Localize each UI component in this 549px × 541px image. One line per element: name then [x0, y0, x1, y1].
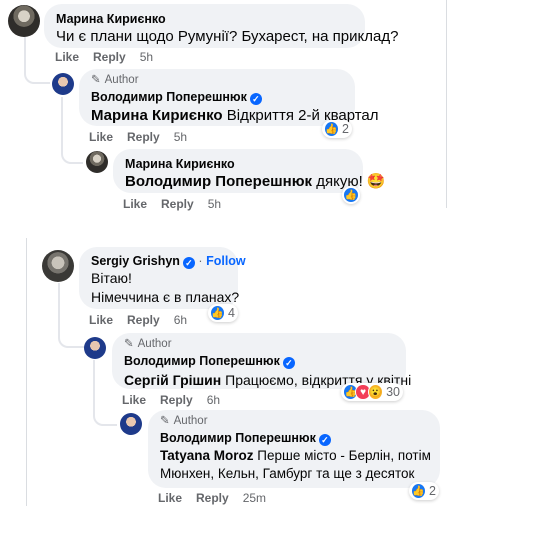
comment-bubble: ✎ Author Володимир Поперешнюк ✓ Марина Кир… [79, 69, 379, 126]
reaction-summary[interactable]: 👍 2 [409, 482, 439, 500]
timestamp[interactable]: 5h [174, 130, 187, 144]
verified-badge-icon: ✓ [282, 357, 295, 369]
like-reaction-icon: 👍 [210, 305, 226, 321]
timestamp[interactable]: 5h [208, 197, 221, 211]
reaction-summary[interactable]: 👍 2 [322, 120, 352, 138]
pencil-icon: ✎ [91, 74, 101, 86]
author-badge: ✎ Author [160, 415, 208, 427]
avatar[interactable] [42, 250, 74, 282]
timestamp[interactable]: 6h [207, 393, 220, 407]
avatar[interactable] [8, 5, 40, 37]
author-name[interactable]: Марина Кириєнко [56, 11, 353, 27]
author-name[interactable]: Марина Кириєнко [125, 156, 351, 172]
avatar[interactable] [84, 337, 106, 359]
comment-text: Чи є плани щодо Румунії? Бухарест, на пр… [56, 28, 399, 45]
thread-elbow [61, 146, 83, 164]
comment-actions: Like Reply 5h [89, 130, 187, 144]
like-button[interactable]: Like [89, 130, 113, 144]
comment-text: Німеччина є в планах? [91, 289, 240, 305]
reply-button[interactable]: Reply [127, 313, 160, 327]
verified-badge-icon: ✓ [182, 257, 195, 269]
author-badge: ✎ Author [91, 74, 139, 86]
comment-bubble: Марина Кириєнко Чи є плани щодо Румунії?… [44, 4, 399, 48]
author-badge: ✎ Author [124, 338, 172, 350]
comment-text: Володимир Поперешнюк дякую! 🤩 [125, 173, 386, 190]
comment-bubble: Марина Кириєнко Володимир Поперешнюк дяк… [113, 149, 386, 193]
wow-reaction-icon: 😮 [367, 384, 384, 400]
avatar[interactable] [86, 151, 108, 173]
timestamp[interactable]: 25m [243, 491, 266, 505]
thread-line [58, 283, 60, 323]
like-reaction-icon: 👍 [324, 121, 340, 137]
timestamp[interactable]: 6h [174, 313, 187, 327]
author-name[interactable]: Володимир Поперешнюк ✓ [124, 353, 394, 369]
comment-actions: Like Reply 5h [123, 197, 221, 211]
timestamp[interactable]: 5h [140, 50, 153, 64]
like-button[interactable]: Like [158, 491, 182, 505]
mention-link[interactable]: Володимир Поперешнюк [125, 173, 312, 190]
comment-text: Вітаю! [91, 270, 132, 286]
mention-link[interactable]: Марина Кириєнко [91, 107, 223, 124]
avatar[interactable] [52, 73, 74, 95]
like-reaction-icon: 👍 [343, 187, 359, 203]
comment-actions: Like Reply 5h [55, 50, 153, 64]
reply-button[interactable]: Reply [196, 491, 229, 505]
thread-elbow [24, 58, 50, 84]
thread-line [61, 97, 63, 147]
like-button[interactable]: Like [89, 313, 113, 327]
like-button[interactable]: Like [123, 197, 147, 211]
thread-line [93, 360, 95, 400]
pencil-icon: ✎ [124, 338, 134, 350]
comment-bubble: Sergiy Grishyn ✓ · Follow Вітаю! Німеччин… [79, 247, 246, 309]
comment-bubble: ✎ Author Володимир Поперешнюк ✓ Сергій Грі… [112, 333, 411, 389]
reply-button[interactable]: Reply [127, 130, 160, 144]
like-button[interactable]: Like [55, 50, 79, 64]
author-name[interactable]: Володимир Поперешнюк ✓ [160, 430, 428, 446]
comment-bubble: ✎ Author Володимир Поперешнюк ✓ Tatyana Mo… [148, 410, 440, 488]
verified-badge-icon: ✓ [249, 93, 262, 105]
thread-elbow [93, 398, 117, 426]
comment-text: Tatyana Moroz Перше місто - Берлін, поті… [160, 448, 431, 463]
reaction-summary[interactable]: 👍 [342, 186, 360, 204]
author-name[interactable]: Володимир Поперешнюк ✓ [91, 89, 343, 105]
comment-actions: Like Reply 6h [122, 393, 220, 407]
comment-text: Марина Кириєнко Відкриття 2-й квартал [91, 107, 379, 124]
pencil-icon: ✎ [160, 415, 170, 427]
reply-button[interactable]: Reply [160, 393, 193, 407]
like-reaction-icon: 👍 [411, 483, 427, 499]
comment-actions: Like Reply 25m [158, 491, 266, 505]
mention-link[interactable]: Сергій Грішин [124, 372, 221, 388]
reply-button[interactable]: Reply [93, 50, 126, 64]
reaction-summary[interactable]: 👍 ♥ 😮 30 [341, 383, 403, 401]
comment-text: Мюнхен, Кельн, Гамбург та ще з десяток [160, 466, 415, 481]
reaction-summary[interactable]: 👍 4 [208, 304, 238, 322]
avatar[interactable] [120, 413, 142, 435]
mention-link[interactable]: Tatyana Moroz [160, 448, 254, 463]
follow-button[interactable]: Follow [206, 254, 246, 268]
comment-actions: Like Reply 6h [89, 313, 187, 327]
scrollbar[interactable] [446, 0, 447, 208]
reply-button[interactable]: Reply [161, 197, 194, 211]
author-name[interactable]: Sergiy Grishyn ✓ · Follow [91, 253, 246, 269]
like-button[interactable]: Like [122, 393, 146, 407]
thread-elbow [58, 318, 84, 348]
verified-badge-icon: ✓ [318, 434, 331, 446]
scrollbar[interactable] [26, 238, 27, 506]
